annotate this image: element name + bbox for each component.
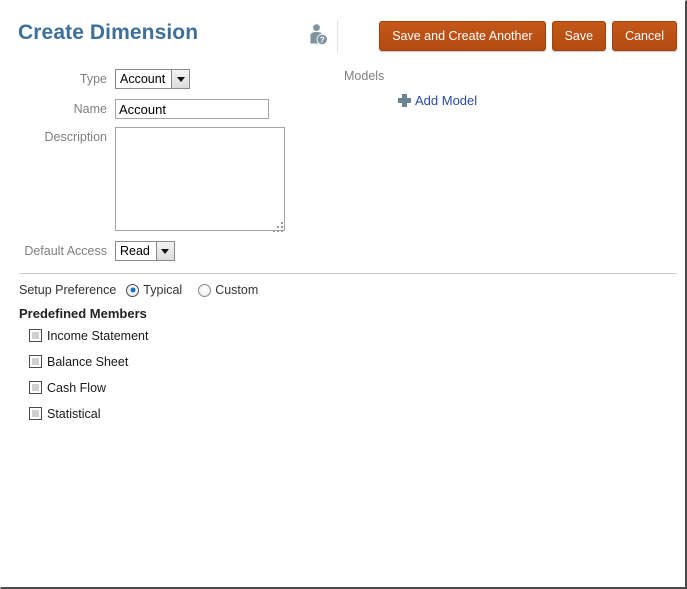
checkbox-row-balance-sheet[interactable]: Balance Sheet xyxy=(29,353,148,370)
radio-option-typical[interactable]: Typical xyxy=(126,283,182,297)
default-access-select-value: Read xyxy=(120,244,150,258)
radio-typical-indicator[interactable] xyxy=(126,283,140,297)
cancel-button[interactable]: Cancel xyxy=(612,21,677,51)
type-select-value: Account xyxy=(120,72,166,86)
add-model-label: Add Model xyxy=(415,93,478,108)
field-name: Name xyxy=(1,99,269,119)
radio-custom-indicator[interactable] xyxy=(198,283,212,297)
models-label: Models xyxy=(344,69,385,83)
radio-custom-label: Custom xyxy=(215,283,259,297)
field-type: Type Account xyxy=(1,69,191,89)
name-label: Name xyxy=(73,102,107,116)
checkbox-label-cash-flow: Cash Flow xyxy=(47,380,107,395)
checkbox-income-statement[interactable] xyxy=(29,329,42,342)
checkbox-row-income-statement[interactable]: Income Statement xyxy=(29,327,148,344)
radio-option-custom[interactable]: Custom xyxy=(198,283,258,297)
section-divider xyxy=(19,273,677,274)
save-button[interactable]: Save xyxy=(551,21,607,51)
chevron-down-icon xyxy=(155,242,174,260)
name-input[interactable] xyxy=(115,99,269,119)
add-model-button[interactable]: Add Model xyxy=(398,93,477,108)
checkbox-balance-sheet[interactable] xyxy=(29,355,42,368)
checkbox-statistical[interactable] xyxy=(29,407,42,420)
save-and-create-another-button[interactable]: Save and Create Another xyxy=(379,21,546,51)
type-select[interactable]: Account xyxy=(115,69,191,89)
setup-preference-row: Setup Preference Typical Custom xyxy=(19,283,274,297)
plus-icon xyxy=(398,94,411,107)
person-help-icon[interactable]: ? xyxy=(307,23,329,47)
predefined-members-list: Income Statement Balance Sheet Cash Flow… xyxy=(29,327,148,431)
header-divider xyxy=(337,20,338,53)
type-label: Type xyxy=(79,72,107,86)
checkbox-cash-flow[interactable] xyxy=(29,381,42,394)
radio-typical-label: Typical xyxy=(143,283,183,297)
create-dimension-dialog: Create Dimension ? Save and Create Anoth… xyxy=(0,0,687,589)
dialog-header: Create Dimension ? Save and Create Anoth… xyxy=(1,1,685,61)
checkbox-row-cash-flow[interactable]: Cash Flow xyxy=(29,379,148,396)
description-wrapper xyxy=(115,127,285,234)
default-access-select[interactable]: Read xyxy=(115,241,175,261)
action-button-bar: Save and Create Another Save Cancel xyxy=(379,21,677,51)
default-access-label: Default Access xyxy=(24,244,107,258)
checkbox-label-balance-sheet: Balance Sheet xyxy=(47,354,129,369)
description-textarea[interactable] xyxy=(115,127,285,231)
svg-text:?: ? xyxy=(320,35,325,44)
checkbox-row-statistical[interactable]: Statistical xyxy=(29,405,148,422)
field-default-access: Default Access Read xyxy=(1,241,175,261)
chevron-down-icon xyxy=(171,70,190,88)
page-title: Create Dimension xyxy=(18,21,199,44)
predefined-members-title: Predefined Members xyxy=(19,306,147,321)
checkbox-label-income-statement: Income Statement xyxy=(47,328,149,343)
field-description: Description xyxy=(1,127,285,234)
setup-preference-label: Setup Preference xyxy=(19,283,117,297)
description-label: Description xyxy=(44,130,107,144)
checkbox-label-statistical: Statistical xyxy=(47,406,101,421)
